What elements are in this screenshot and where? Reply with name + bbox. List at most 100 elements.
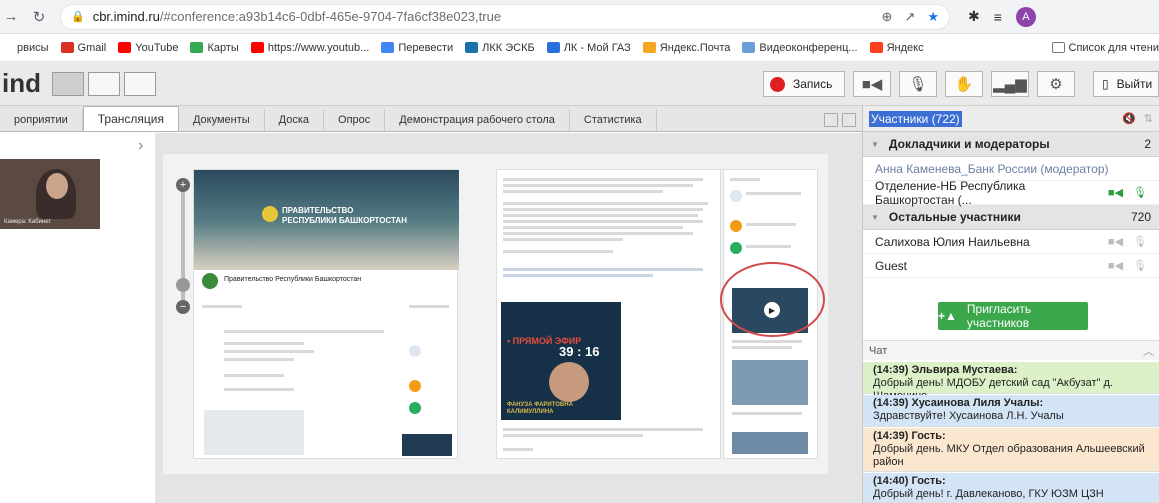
bookmark-label: Видеоконференц...: [759, 41, 858, 54]
bookmark-item[interactable]: YouTube: [118, 42, 178, 54]
bookmark-icon: [0, 42, 13, 53]
participant-name: Салихова Юлия Наильевна: [875, 234, 1030, 249]
caret-down-icon: ▼: [871, 139, 879, 149]
reading-list[interactable]: Список для чтени: [1051, 42, 1159, 54]
bookmark-item[interactable]: рвисы: [0, 42, 49, 54]
chevron-right-icon[interactable]: ›: [138, 137, 143, 155]
record-button[interactable]: Запись: [763, 71, 845, 97]
camera-on-icon: ■◀: [1107, 187, 1124, 199]
settings-button[interactable]: ⚙: [1037, 71, 1075, 97]
raise-hand-button[interactable]: ✋: [945, 71, 983, 97]
tab-whiteboard[interactable]: Доска: [265, 109, 325, 131]
layout-split-button[interactable]: [88, 71, 120, 96]
bookmark-item[interactable]: Gmail: [60, 41, 107, 54]
exit-icon: ▯: [1102, 77, 1109, 91]
vk-video-clip-3[interactable]: [732, 432, 808, 454]
add-user-icon: +▲: [938, 309, 957, 323]
zoom-icon[interactable]: ⊕: [882, 9, 893, 25]
bookmarks-bar: рвисы Gmail YouTube Карты https://www.youtub…: [0, 34, 1159, 62]
bookmark-label: рвисы: [17, 41, 49, 54]
participants-title: Участники (722): [869, 110, 962, 127]
exit-button[interactable]: ▯ Выйти: [1093, 71, 1159, 97]
bookmark-item[interactable]: Карты: [190, 41, 239, 54]
participant-row[interactable]: Отделение-НБ Республика Башкортостан (..…: [863, 179, 1159, 207]
vk-video-thumb: [402, 434, 452, 456]
bookmark-label: Gmail: [77, 41, 107, 54]
star-icon[interactable]: ★: [927, 9, 939, 25]
bookmark-item[interactable]: ЛК - Мой ГАЗ: [546, 42, 631, 54]
side-panel: Участники (722) 🔇 ⇅ ▼ Докладчики и модер…: [862, 106, 1159, 503]
participant-name: Guest: [875, 258, 908, 273]
speakers-group[interactable]: ▼ Докладчики и модераторы 2: [863, 132, 1159, 157]
camera-button[interactable]: ■◀: [853, 71, 891, 97]
caret-down-icon: ▼: [871, 212, 879, 222]
layout-grid-button[interactable]: [52, 71, 84, 96]
bookmark-label: Яндекс.Почта: [659, 41, 731, 54]
zoom-in-icon[interactable]: +: [176, 178, 190, 192]
microphone-off-icon: 🎙: [1133, 260, 1147, 272]
bookmark-icon: [742, 42, 756, 53]
invite-participants-button[interactable]: +▲ Пригласить участников: [938, 302, 1088, 330]
profile-avatar[interactable]: A: [1015, 6, 1036, 27]
signal-icon: ▂▄▆: [993, 76, 1027, 93]
tab-statistics[interactable]: Статистика: [570, 109, 657, 131]
bookmark-item[interactable]: Перевести: [381, 42, 453, 54]
zoom-handle[interactable]: [176, 278, 190, 292]
annotation-circle: [720, 262, 825, 337]
bookmark-item[interactable]: ЛКК ЭСКБ: [465, 42, 535, 54]
vk-banner-text: ПРАВИТЕЛЬСТВО РЕСПУБЛИКИ БАШКОРТОСТАН: [282, 206, 407, 225]
fullscreen-icon[interactable]: [842, 113, 856, 127]
mute-all-icon[interactable]: 🔇: [1122, 112, 1136, 125]
tab-documents[interactable]: Документы: [179, 109, 265, 131]
vk-avatar: [202, 273, 218, 289]
conference-tabs: роприятии Трансляция Документы Доска Опр…: [0, 106, 862, 132]
forward-icon[interactable]: →: [0, 6, 22, 28]
vk-page-title: Правительство Республики Башкортостан: [224, 276, 362, 283]
bookmark-label: Карты: [207, 41, 239, 54]
bookmark-label: https://www.youtub...: [267, 41, 370, 54]
zoom-slider[interactable]: + −: [176, 178, 190, 318]
collapse-chat-icon[interactable]: ︿: [1143, 343, 1154, 359]
others-group[interactable]: ▼ Остальные участники 720: [863, 205, 1159, 230]
bookmark-item[interactable]: Яндекс: [869, 41, 924, 54]
tab-broadcast[interactable]: Трансляция: [82, 106, 179, 131]
participant-row[interactable]: Анна Каменева_Банк России (модератор): [863, 157, 1159, 181]
minimize-panel-icon[interactable]: [824, 113, 838, 127]
live-stream-preview[interactable]: • ПРЯМОЙ ЭФИР 39 : 16 ФАНУЗА ФАРИТОВНА К…: [501, 302, 621, 420]
layout-single-button[interactable]: [124, 71, 156, 96]
live-speaker-face: [549, 362, 589, 402]
bookmark-label: Яндекс: [886, 41, 924, 54]
speakers-group-label: Докладчики и модераторы: [888, 137, 1050, 151]
bookmark-item[interactable]: https://www.youtub...: [250, 41, 370, 54]
speaker-video[interactable]: Камерa: Кабинет: [0, 159, 100, 229]
zoom-out-icon[interactable]: −: [176, 300, 190, 314]
vk-banner: ПРАВИТЕЛЬСТВО РЕСПУБЛИКИ БАШКОРТОСТАН: [194, 170, 459, 270]
signal-button[interactable]: ▂▄▆: [991, 71, 1029, 97]
participant-row[interactable]: Салихова Юлия Наильевна ■◀ 🎙: [863, 230, 1159, 254]
bookmark-icon: [869, 42, 883, 53]
tab-poll[interactable]: Опрос: [324, 109, 386, 131]
camera-icon: ■◀: [861, 76, 883, 93]
tab-screen-share[interactable]: Демонстрация рабочего стола: [385, 109, 570, 131]
bookmark-item[interactable]: Видеоконференц...: [742, 41, 858, 54]
reload-icon[interactable]: ↻: [28, 6, 50, 28]
speakers-count: 2: [1144, 137, 1151, 151]
address-bar[interactable]: 🔒 cbr.imind.ru /#conference:a93b14c6-0db…: [60, 3, 950, 30]
bookmark-icon: [381, 42, 395, 53]
extensions-icon[interactable]: ✱: [968, 8, 980, 25]
others-count: 720: [1130, 210, 1151, 224]
sort-icon[interactable]: ⇅: [1144, 112, 1153, 125]
media-icon[interactable]: ≡: [994, 9, 1002, 25]
microphone-button[interactable]: 🎙: [899, 71, 937, 97]
bookmark-icon: [465, 42, 479, 53]
bookmark-icon: [546, 42, 560, 53]
tab-events[interactable]: роприятии: [0, 109, 83, 131]
invite-label: Пригласить участников: [966, 302, 1032, 330]
share-icon[interactable]: ↗: [904, 9, 915, 25]
participants-header: Участники (722) 🔇 ⇅: [863, 106, 1159, 132]
bookmark-item[interactable]: Яндекс.Почта: [642, 41, 731, 54]
vk-video-clip-2[interactable]: [732, 360, 808, 405]
bookmark-icon: [642, 42, 656, 53]
others-group-label: Остальные участники: [888, 210, 1021, 224]
participant-row[interactable]: Guest ■◀ 🎙: [863, 254, 1159, 278]
